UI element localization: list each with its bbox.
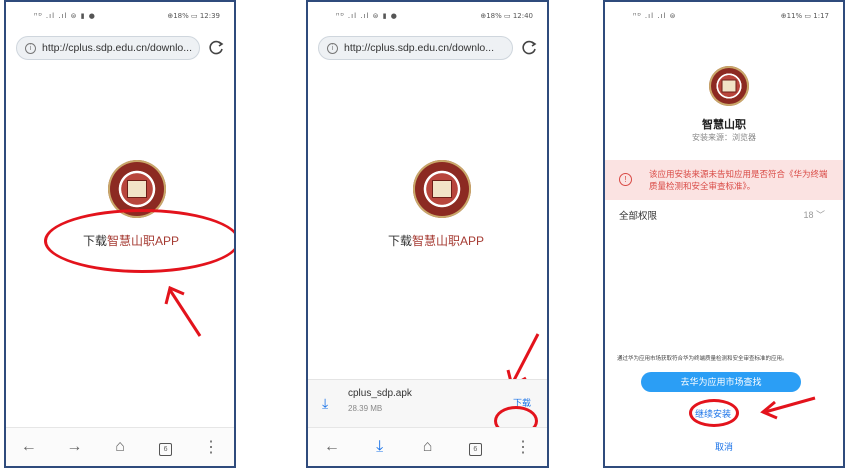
cancel-button[interactable]: 取消 <box>605 440 843 453</box>
tabs-count: 6 <box>159 443 173 456</box>
status-signal: ᴴᴰ .ıl .ıl ⊜ ▮ ● <box>336 12 398 20</box>
status-battery-time: ⊕18% ▭ 12:40 <box>480 12 533 20</box>
forward-icon[interactable]: → <box>62 438 86 456</box>
status-bar: ᴴᴰ .ıl .ıl ⊜ ▮ ● ⊕18% ▭ 12:40 <box>308 10 547 24</box>
url-text: http://cplus.sdp.edu.cn/downlo... <box>42 42 193 54</box>
red-arrow-icon <box>760 396 816 420</box>
warning-icon: ! <box>619 173 632 186</box>
download-icon: ⤓ <box>322 395 329 411</box>
permissions-count: 18 ﹀ <box>803 210 825 220</box>
file-name: cplus_sdp.apk <box>348 388 412 399</box>
tabs-count: 6 <box>468 443 482 456</box>
status-bar: ᴴᴰ .ıl .ıl ⊜ ⊕11% ▭ 1:17 <box>605 10 843 24</box>
address-bar[interactable]: i http://cplus.sdp.edu.cn/downlo... <box>16 36 200 60</box>
school-logo <box>413 160 471 218</box>
address-bar[interactable]: i http://cplus.sdp.edu.cn/downlo... <box>318 36 513 60</box>
browser-nav-bar: ← ⤓ ⌂ 6 ⋮ <box>308 427 547 466</box>
security-warning: ! 该应用安装来源未告知应用是否符合《华为终端质量检测和安全审查标准》。 <box>605 160 843 200</box>
permissions-row[interactable]: 全部权限 18 ﹀ <box>619 208 825 222</box>
download-app-link[interactable]: 下载智慧山职APP <box>388 232 484 249</box>
back-icon[interactable]: ← <box>17 438 41 456</box>
status-signal: ᴴᴰ .ıl .ıl ⊜ <box>633 12 677 20</box>
info-icon[interactable]: i <box>25 42 36 54</box>
file-size: 28.39 MB <box>348 404 383 413</box>
info-icon[interactable]: i <box>327 42 338 54</box>
phone-screen-1: ᴴᴰ .ıl .ıl ⊜ ▮ ● ⊕18% ▭ 12:39 i http://c… <box>4 0 236 468</box>
status-battery-time: ⊕11% ▭ 1:17 <box>780 12 829 20</box>
back-icon[interactable]: ← <box>320 438 344 456</box>
download-prefix: 下载 <box>388 234 413 248</box>
browser-nav-bar: ← → ⌂ 6 ⋮ <box>6 427 234 466</box>
reload-icon[interactable] <box>206 38 226 58</box>
open-app-store-button[interactable]: 去华为应用市场查找 <box>641 372 801 392</box>
red-arrow-icon <box>164 285 202 337</box>
warning-text: 该应用安装来源未告知应用是否符合《华为终端质量检测和安全审查标准》。 <box>649 169 828 191</box>
app-icon <box>709 66 749 106</box>
install-source: 安装来源：浏览器 <box>692 133 756 142</box>
status-bar: ᴴᴰ .ıl .ıl ⊜ ▮ ● ⊕18% ▭ 12:39 <box>6 10 234 24</box>
app-name: 智慧山职 <box>702 119 746 131</box>
download-brand: 智慧山职APP <box>412 234 485 248</box>
home-icon[interactable]: ⌂ <box>108 438 132 456</box>
store-hint-text: 通过华为应用市场获取符合华为终端质量检测和安全审查标准的应用。 <box>617 356 788 362</box>
highlight-ellipse <box>44 209 234 273</box>
url-text: http://cplus.sdp.edu.cn/downlo... <box>344 42 495 54</box>
phone-screen-2: ᴴᴰ .ıl .ıl ⊜ ▮ ● ⊕18% ▭ 12:40 i http://c… <box>306 0 549 468</box>
downloads-icon[interactable]: ⤓ <box>368 438 392 456</box>
logo-building <box>721 79 737 93</box>
phone-screen-3: ᴴᴰ .ıl .ıl ⊜ ⊕11% ▭ 1:17 智慧山职 安装来源：浏览器 !… <box>603 0 845 468</box>
menu-icon[interactable]: ⋮ <box>199 437 223 457</box>
logo-building <box>127 180 147 198</box>
logo-building <box>432 180 452 198</box>
home-icon[interactable]: ⌂ <box>415 438 439 456</box>
tabs-button[interactable]: 6 <box>154 438 178 456</box>
menu-icon[interactable]: ⋮ <box>511 437 535 457</box>
highlight-ellipse <box>689 399 739 427</box>
reload-icon[interactable] <box>519 38 539 58</box>
status-signal: ᴴᴰ .ıl .ıl ⊜ ▮ ● <box>34 12 96 20</box>
tabs-button[interactable]: 6 <box>463 438 487 456</box>
permissions-label: 全部权限 <box>619 211 658 222</box>
status-battery-time: ⊕18% ▭ 12:39 <box>167 12 220 20</box>
